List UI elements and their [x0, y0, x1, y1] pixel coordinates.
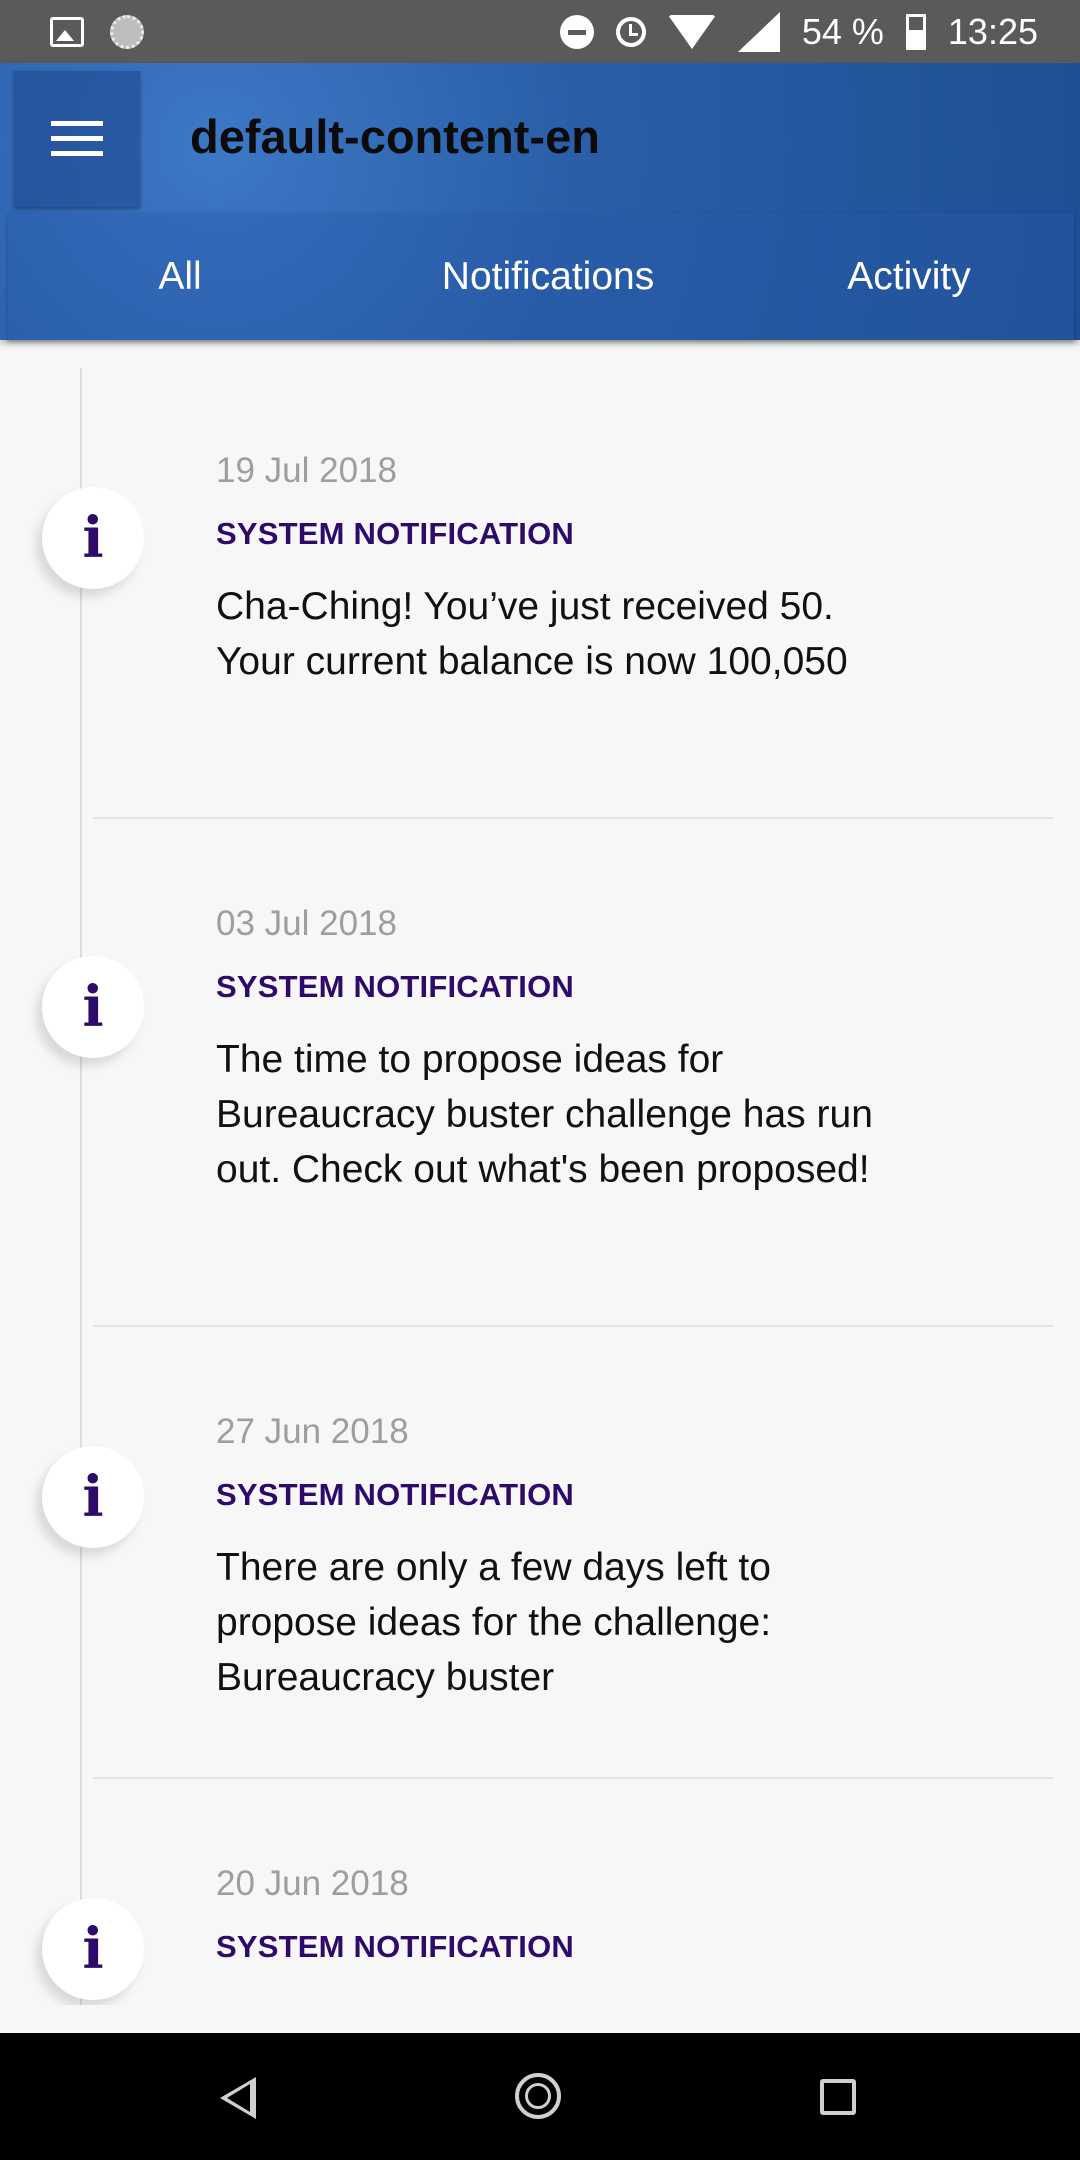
picture-icon — [50, 16, 84, 47]
tab-bar: All Notifications Activity — [8, 213, 1074, 340]
item-type: SYSTEM NOTIFICATION — [216, 516, 574, 551]
app-title: default-content-en — [190, 110, 600, 163]
alarm-icon — [615, 16, 646, 47]
tab-notifications[interactable]: Notifications — [352, 213, 744, 340]
item-type: SYSTEM NOTIFICATION — [216, 1477, 574, 1512]
status-bar: 54 % 13:25 — [0, 0, 1080, 63]
item-date: 19 Jul 2018 — [216, 451, 397, 490]
info-icon: i — [42, 1898, 144, 2000]
menu-button[interactable] — [14, 71, 140, 207]
item-message: Cha-Ching! You’ve just received 50. Your… — [216, 585, 848, 683]
item-message: There are only a few days left to propos… — [216, 1546, 772, 1699]
item-type: SYSTEM NOTIFICATION — [216, 969, 574, 1004]
item-date: 27 Jun 2018 — [216, 1412, 409, 1451]
info-icon: i — [42, 956, 144, 1058]
back-icon[interactable] — [220, 2077, 256, 2119]
signal-icon — [737, 11, 780, 52]
divider — [93, 817, 1053, 819]
hamburger-menu-icon — [51, 121, 103, 157]
info-icon: i — [42, 487, 144, 589]
item-date: 20 Jun 2018 — [216, 1864, 409, 1903]
system-nav-bar — [0, 2033, 1080, 2160]
clock: 13:25 — [947, 10, 1038, 52]
tab-all[interactable]: All — [8, 213, 352, 340]
battery-percent: 54 % — [801, 10, 884, 52]
battery-icon — [905, 13, 926, 50]
wifi-icon — [667, 14, 716, 49]
item-date: 03 Jul 2018 — [216, 904, 397, 943]
tab-activity[interactable]: Activity — [744, 213, 1074, 340]
loading-icon — [110, 14, 144, 49]
item-message: The time to propose ideas for Bureaucrac… — [216, 1038, 873, 1191]
home-icon[interactable] — [515, 2073, 561, 2119]
recent-apps-icon[interactable] — [820, 2079, 856, 2115]
app-bar: default-content-en All Notifications Act… — [0, 63, 1080, 340]
divider — [93, 1777, 1053, 1779]
timeline-line — [80, 368, 82, 2005]
item-type: SYSTEM NOTIFICATION — [216, 1929, 574, 1964]
divider — [93, 1325, 1053, 1327]
timeline-list[interactable]: i 19 Jul 2018 SYSTEM NOTIFICATION Cha-Ch… — [0, 340, 1080, 2005]
info-icon: i — [42, 1446, 144, 1548]
do-not-disturb-icon — [559, 14, 594, 49]
